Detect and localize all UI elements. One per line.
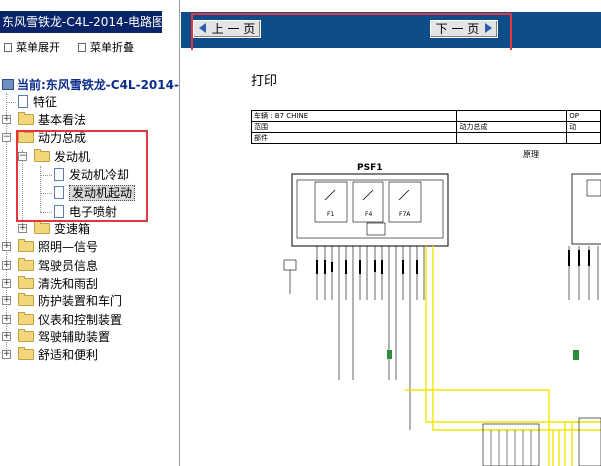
expand-all-menu[interactable]: 菜单展开	[4, 41, 60, 55]
left-panel: 东风雪铁龙-C4L-2014-电路图 菜单展开 菜单折叠 当前:东风雪铁龙-C4…	[0, 0, 180, 466]
tree-item-label: 清洗和雨刮	[38, 277, 99, 291]
expand-toggle[interactable]: +	[18, 224, 27, 233]
folder-icon	[18, 258, 34, 271]
tree-item-label: 驾驶员信息	[38, 259, 99, 273]
collapse-toggle[interactable]: −	[2, 133, 11, 142]
folder-icon	[18, 112, 34, 125]
folder-icon	[18, 312, 34, 325]
tree-item-label: 防护装置和车门	[38, 294, 123, 308]
folder-icon	[18, 276, 34, 289]
expand-toggle[interactable]: +	[2, 296, 11, 305]
expand-toggle[interactable]: +	[2, 115, 11, 124]
content-panel: 上 一 页 下 一 页 打印 车辆 : B7 CHINE OP 范围 动力总成 …	[181, 0, 601, 466]
connector-icon	[573, 350, 579, 360]
tree-item-label: 照明—信号	[38, 240, 99, 254]
highlight-box	[16, 130, 148, 222]
expand-toggle[interactable]: +	[2, 332, 11, 341]
document-title: 东风雪铁龙-C4L-2014-电路图	[0, 11, 162, 33]
tree-item-label: 变速箱	[54, 222, 91, 236]
folder-icon	[18, 239, 34, 252]
highlight-box	[191, 13, 512, 54]
tree-item-label: 特征	[33, 95, 58, 109]
page-icon	[18, 95, 28, 108]
collapse-all-label: 菜单折叠	[90, 41, 134, 54]
fuse-label: F4	[365, 211, 372, 218]
current-document-node[interactable]: 当前:东风雪铁龙-C4L-2014-电	[2, 77, 180, 93]
wires-yellow	[405, 246, 601, 466]
expand-toggle[interactable]: +	[2, 242, 11, 251]
expand-toggle[interactable]: +	[2, 279, 11, 288]
tree-item-label: 舒适和便利	[38, 348, 99, 362]
computer-icon	[2, 79, 14, 90]
expand-toggle[interactable]: +	[2, 350, 11, 359]
expand-toggle[interactable]: +	[2, 261, 11, 270]
folder-icon	[18, 347, 34, 360]
wire-labels	[316, 250, 590, 274]
tree-item-label: 仪表和控制装置	[38, 313, 123, 327]
collapse-all-menu[interactable]: 菜单折叠	[78, 41, 134, 55]
tree-item-label: 基本看法	[38, 113, 87, 127]
fuse-label: F1	[327, 211, 334, 218]
connector-icon	[387, 350, 392, 359]
expand-all-label: 菜单展开	[16, 41, 60, 54]
diagram-page: 打印 车辆 : B7 CHINE OP 范围 动力总成 动 部件 原理 PSF1	[189, 50, 601, 466]
collapse-icon	[78, 43, 86, 52]
fuse-label: F7A	[399, 211, 411, 218]
folder-icon	[18, 293, 34, 306]
folder-icon	[34, 221, 50, 234]
expand-icon	[4, 43, 12, 52]
current-label: 当前:东风雪铁龙-C4L-2014-电	[17, 78, 180, 92]
wiring-diagram: F1 F4 F7A	[283, 173, 601, 466]
tree-item-label: 驾驶辅助装置	[38, 330, 111, 344]
expand-toggle[interactable]: +	[2, 315, 11, 324]
folder-icon	[18, 329, 34, 342]
